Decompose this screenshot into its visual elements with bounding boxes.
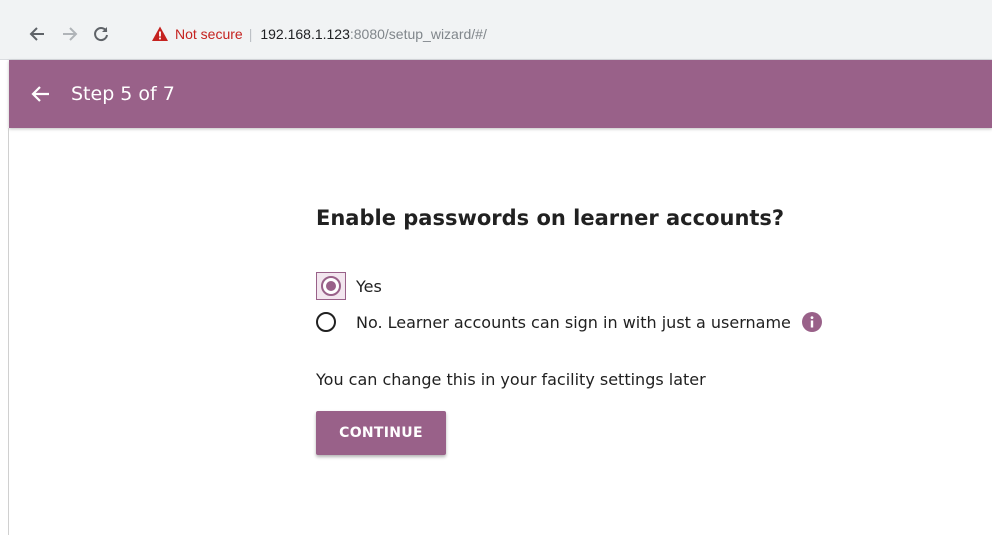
password-option-group: Yes No. Learner accounts can sign in wit… [316, 268, 956, 340]
continue-button[interactable]: CONTINUE [316, 411, 446, 456]
page-edge-divider [8, 128, 9, 535]
option-no[interactable]: No. Learner accounts can sign in with ju… [316, 304, 956, 340]
browser-back-icon[interactable] [27, 24, 47, 44]
browser-reload-icon[interactable] [91, 24, 111, 44]
omnibox-separator: | [248, 26, 253, 42]
step-indicator: Step 5 of 7 [71, 83, 175, 105]
wizard-step-content: Enable passwords on learner accounts? Ye… [316, 206, 956, 456]
security-status[interactable]: Not secure [175, 26, 243, 42]
radio-button-yes[interactable] [321, 276, 341, 297]
option-no-label[interactable]: No. Learner accounts can sign in with ju… [356, 313, 791, 332]
page-title: Enable passwords on learner accounts? [316, 206, 785, 230]
radio-button-no[interactable] [316, 312, 336, 333]
browser-forward-icon[interactable] [60, 24, 80, 44]
arrow-left-icon[interactable] [29, 82, 53, 106]
address-bar[interactable]: Not secure | 192.168.1.123:8080/setup_wi… [145, 19, 992, 49]
browser-toolbar: Not secure | 192.168.1.123:8080/setup_wi… [0, 0, 992, 60]
url-path: :8080/setup_wizard/#/ [349, 26, 487, 42]
info-icon[interactable] [801, 311, 823, 333]
option-yes-label[interactable]: Yes [356, 277, 382, 296]
url-host: 192.168.1.123 [260, 26, 350, 42]
option-yes[interactable]: Yes [316, 268, 956, 304]
warning-triangle-icon [152, 26, 168, 41]
wizard-header: Step 5 of 7 [9, 60, 992, 128]
radio-yes-focus[interactable] [316, 272, 346, 301]
settings-note: You can change this in your facility set… [316, 370, 706, 390]
radio-no-wrap[interactable] [316, 308, 348, 336]
